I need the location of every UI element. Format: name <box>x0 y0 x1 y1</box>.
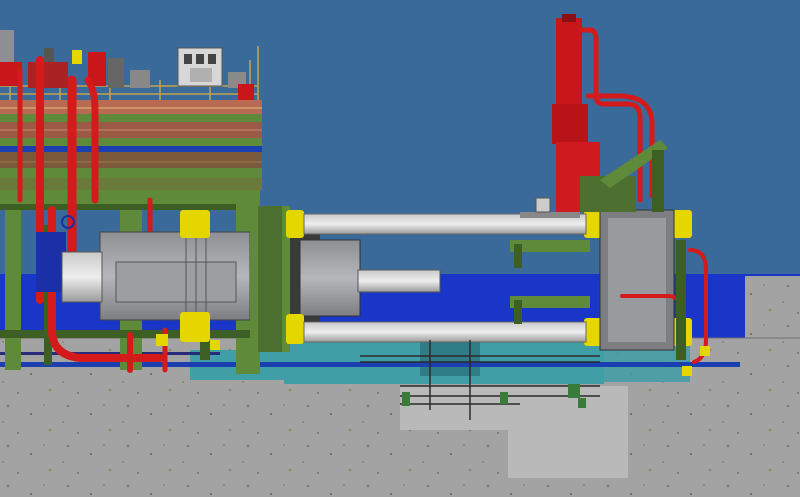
pit-right <box>508 386 628 478</box>
ram-stem <box>357 269 441 293</box>
tie-rod-lower <box>303 321 587 343</box>
pit-left <box>400 386 510 430</box>
press-drawing <box>0 0 800 497</box>
cad-viewport <box>0 0 800 497</box>
